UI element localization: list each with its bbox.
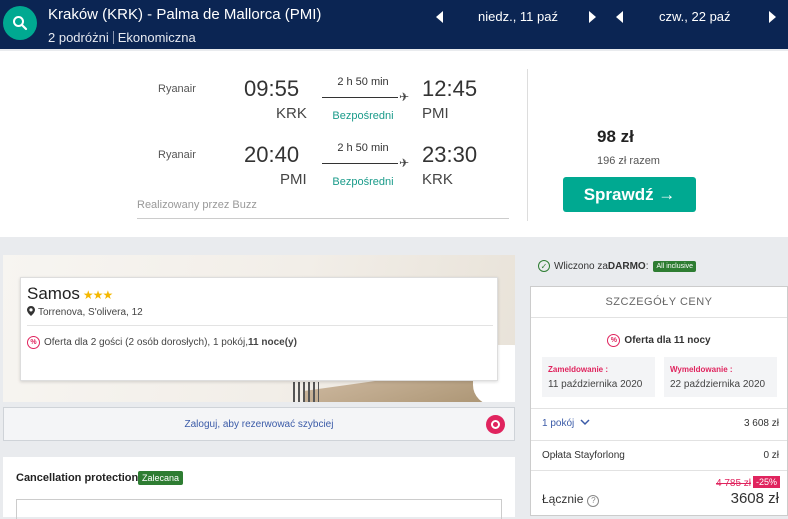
hotel-name-text: Samos xyxy=(27,284,80,303)
total-value: 3608 zł xyxy=(730,490,779,507)
depart-date[interactable]: niedz., 11 paź xyxy=(478,9,558,24)
arrival-time: 12:45 xyxy=(422,76,478,101)
operated-by: Realizowany przez Buzz xyxy=(137,199,257,211)
route-title[interactable]: Kraków (KRK) - Palma de Mallorca (PMI) xyxy=(48,6,321,23)
included-free: ✓ Wliczono za DARMO : All inclusive xyxy=(538,260,697,272)
divider xyxy=(531,470,787,471)
price-per-person: 98 zł xyxy=(597,127,634,146)
check-circle-icon: ✓ xyxy=(538,260,550,272)
offer-nights: 11 noce(y) xyxy=(248,337,297,348)
divider xyxy=(137,218,509,219)
help-icon[interactable]: ? xyxy=(587,495,600,507)
arrival-airport: KRK xyxy=(422,171,453,188)
divider xyxy=(27,325,493,326)
all-inclusive-badge: All inclusive xyxy=(653,260,697,272)
top-bar: Kraków (KRK) - Palma de Mallorca (PMI) 2… xyxy=(0,0,788,49)
departure-time: 20:40 xyxy=(244,142,300,167)
brand-logo-icon xyxy=(486,415,505,434)
search-icon xyxy=(13,16,28,31)
address-text: Torrenova, S'olivera, 12 xyxy=(38,307,143,318)
price-details-panel: SZCZEGÓŁY CENY % Oferta dla 11 nocy Zamel… xyxy=(530,286,788,516)
star-rating: ★★★ xyxy=(82,288,113,302)
nights-offer: % Oferta dla 11 nocy xyxy=(531,334,787,347)
return-next-arrow-icon[interactable] xyxy=(769,11,776,23)
search-button[interactable] xyxy=(3,6,37,40)
login-bar[interactable]: Zaloguj, aby rezerwować szybciej xyxy=(3,407,515,441)
return-prev-arrow-icon[interactable] xyxy=(616,11,623,23)
discount-badge: -25% xyxy=(753,476,781,488)
total-label: Łącznie? xyxy=(542,492,600,507)
checkin-label: Zameldowanie : xyxy=(548,365,609,374)
offer-text: Oferta dla 2 gości (2 osób dorosłych), 1… xyxy=(44,337,248,348)
flight-type: Bezpośredni xyxy=(332,110,394,122)
flight-card: Ryanair 09:55 KRK 2 h 50 min ✈ Bezpośred… xyxy=(0,51,788,237)
recommended-badge: Zalecana xyxy=(138,471,184,485)
rooms-toggle[interactable]: 1 pokój xyxy=(542,418,590,429)
divider xyxy=(531,408,787,409)
travelers-count: 2 podróżni xyxy=(48,30,109,45)
airline-name: Ryanair xyxy=(158,149,196,161)
checkin-box: Zameldowanie : 11 października 2020 xyxy=(542,357,655,397)
price-details-title: SZCZEGÓŁY CENY xyxy=(605,296,713,308)
checkout-label: Wymeldowanie : xyxy=(670,365,733,374)
cancellation-title: Cancellation protection xyxy=(16,472,139,484)
divider xyxy=(531,317,787,318)
rooms-label: 1 pokój xyxy=(542,418,575,429)
divider xyxy=(527,69,528,221)
fee-label: Opłata Stayforlong xyxy=(542,450,625,461)
divider xyxy=(112,31,114,44)
cancellation-option[interactable] xyxy=(16,499,502,519)
depart-next-arrow-icon[interactable] xyxy=(589,11,596,23)
percent-icon: % xyxy=(27,336,40,349)
fee-value: 0 zł xyxy=(763,450,779,461)
check-button[interactable]: Sprawdź → xyxy=(563,177,696,212)
arrival-airport: PMI xyxy=(422,105,449,122)
airline-name: Ryanair xyxy=(158,83,196,95)
chevron-down-icon xyxy=(580,419,590,426)
route-line xyxy=(322,97,398,98)
location-pin-icon xyxy=(27,306,35,316)
flight-type: Bezpośredni xyxy=(332,176,394,188)
nights-offer-text: Oferta dla 11 nocy xyxy=(624,335,711,346)
total-label-text: Łącznie xyxy=(542,492,584,506)
included-colon: : xyxy=(645,260,649,272)
hotel-name: Samos ★★★ xyxy=(27,284,113,304)
depart-prev-arrow-icon[interactable] xyxy=(436,11,443,23)
price-total: 196 zł razem xyxy=(597,155,660,167)
departure-airport: PMI xyxy=(280,171,307,188)
plane-icon: ✈ xyxy=(399,156,410,170)
cancellation-section: Cancellation protection Zalecana xyxy=(3,457,515,519)
login-link[interactable]: Zaloguj, aby rezerwować szybciej xyxy=(4,419,514,430)
arrival-time: 23:30 xyxy=(422,142,478,167)
included-free-label: DARMO xyxy=(607,260,646,272)
hotel-offer: % Oferta dla 2 gości (2 osób dorosłych),… xyxy=(27,336,297,349)
hotel-address: Torrenova, S'olivera, 12 xyxy=(27,306,143,318)
plane-icon: ✈ xyxy=(399,90,410,104)
checkout-box: Wymeldowanie : 22 października 2020 xyxy=(664,357,777,397)
flight-duration: 2 h 50 min xyxy=(337,142,389,154)
route-line xyxy=(322,163,398,164)
included-text: Wliczono za xyxy=(554,260,608,272)
search-summary[interactable]: 2 podróżni Ekonomiczna xyxy=(48,30,196,45)
percent-icon: % xyxy=(607,334,621,347)
flight-duration: 2 h 50 min xyxy=(337,76,389,88)
departure-airport: KRK xyxy=(276,105,307,122)
rooms-price: 3 608 zł xyxy=(743,418,779,429)
old-price: 4 785 zł xyxy=(716,478,752,489)
checkin-date: 11 października 2020 xyxy=(548,379,643,390)
hotel-info-card: Samos ★★★ Torrenova, S'olivera, 12 % Ofer… xyxy=(20,277,498,381)
departure-time: 09:55 xyxy=(244,76,300,101)
return-date[interactable]: czw., 22 paź xyxy=(659,9,731,24)
photo-detail xyxy=(293,382,319,402)
checkout-date: 22 października 2020 xyxy=(670,379,766,390)
cabin-class: Ekonomiczna xyxy=(117,30,196,45)
divider xyxy=(531,440,787,441)
